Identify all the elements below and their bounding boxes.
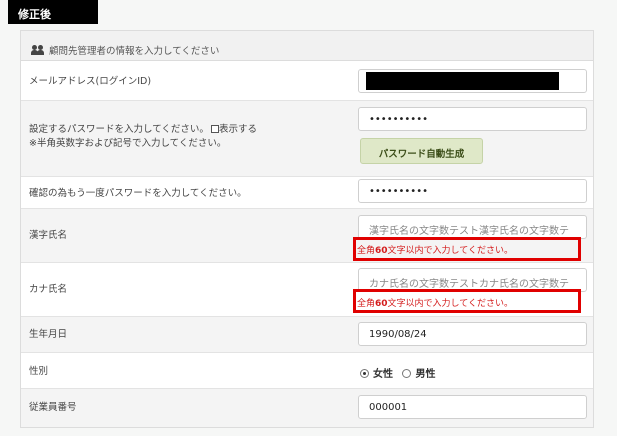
- admin-info-panel: 顧問先管理者の情報を入力してください メールアドレス(ログインID) 設定するパ…: [20, 30, 594, 428]
- birth-date-input[interactable]: 1990/08/24: [358, 322, 587, 346]
- gender-label: 性別: [29, 366, 49, 377]
- gender-options: 女性 男性: [360, 365, 441, 380]
- employee-number-label: 従業員番号: [29, 402, 77, 413]
- confirm-password-input[interactable]: ••••••••••: [358, 179, 587, 203]
- password-label: 設定するパスワードを入力してください。 表示する: [29, 124, 257, 135]
- birth-date-row: 生年月日 1990/08/24: [21, 317, 593, 353]
- users-icon: [31, 44, 45, 55]
- redacted-email-value: [366, 72, 559, 90]
- auto-generate-password-button[interactable]: パスワード自動生成: [360, 138, 483, 164]
- email-row: メールアドレス(ログインID): [21, 61, 593, 101]
- kanji-name-label: 漢字氏名: [29, 230, 68, 241]
- kanji-error-highlight: [353, 237, 581, 261]
- password-input[interactable]: ••••••••••: [358, 107, 587, 131]
- employee-number-row: 従業員番号 000001: [21, 389, 593, 427]
- kana-name-label: カナ氏名: [29, 284, 68, 295]
- employee-number-input[interactable]: 000001: [358, 395, 587, 419]
- kanji-name-input[interactable]: 漢字氏名の文字数テスト漢字氏名の文字数テ: [358, 215, 587, 239]
- kana-error-highlight: [353, 289, 581, 313]
- show-password-checkbox[interactable]: [210, 125, 219, 133]
- gender-female-label[interactable]: 女性: [373, 369, 393, 380]
- gender-male-radio[interactable]: [402, 369, 412, 378]
- gender-female-radio[interactable]: [360, 369, 369, 378]
- panel-header-text: 顧問先管理者の情報を入力してください: [49, 45, 220, 57]
- birth-date-label: 生年月日: [29, 329, 68, 340]
- password-row: 設定するパスワードを入力してください。 表示する ※半角英数字および記号で入力して…: [21, 101, 593, 177]
- panel-header: 顧問先管理者の情報を入力してください: [21, 31, 593, 61]
- confirm-password-row: 確認の為もう一度パスワードを入力してください。 ••••••••••: [21, 177, 593, 209]
- gender-row: 性別 女性 男性: [21, 353, 593, 389]
- show-password-label[interactable]: 表示する: [219, 124, 257, 135]
- confirm-password-label: 確認の為もう一度パスワードを入力してください。: [29, 188, 247, 199]
- password-note: ※半角英数字および記号で入力してください。: [29, 138, 227, 149]
- email-label: メールアドレス(ログインID): [29, 76, 152, 87]
- section-title-tab: 修正後: [8, 0, 98, 24]
- gender-male-label[interactable]: 男性: [415, 369, 435, 380]
